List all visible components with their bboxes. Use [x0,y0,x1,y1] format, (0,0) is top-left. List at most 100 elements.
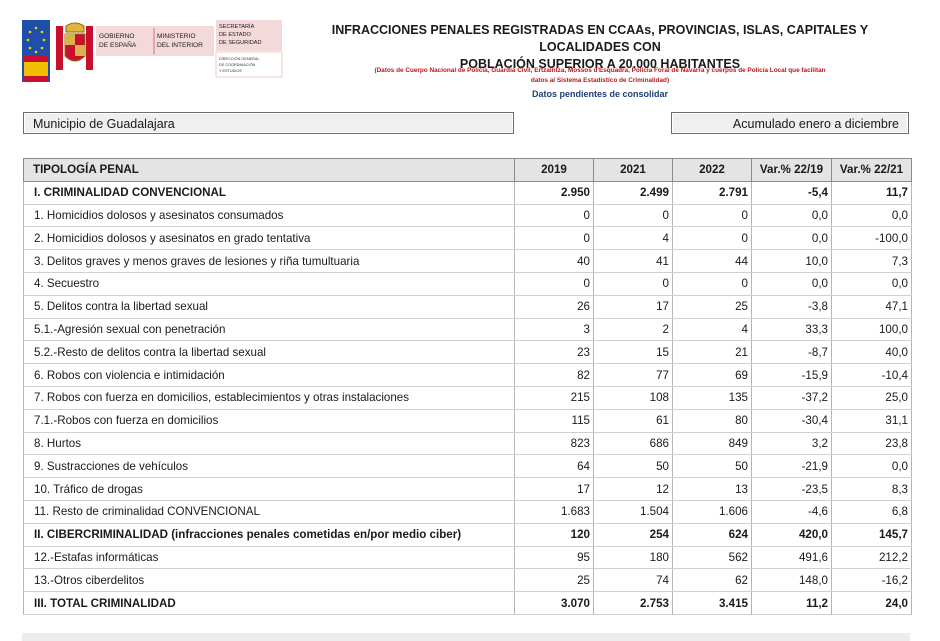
bottom-scroll-strip [22,633,910,641]
var-22-21: 7,3 [831,249,912,273]
value-2022: 0 [672,272,752,296]
table-row: 2. Homicidios dolosos y asesinatos en gr… [23,226,912,251]
value-2022: 3.415 [672,591,752,615]
row-label: 6. Robos con violencia e intimidación [23,363,515,387]
gov-line1: GOBIERNO [99,33,135,40]
var-22-21: -10,4 [831,363,912,387]
table-row: 4. Secuestro 0 0 0 0,0 0,0 [23,272,912,296]
header-2019: 2019 [514,158,594,182]
header-var-22-19: Var.% 22/19 [751,158,832,182]
value-2019: 25 [514,568,594,593]
table-row: 13.-Otros ciberdelitos 25 74 62 148,0 -16,2 [23,568,912,593]
pending-note: Datos pendientes de consolidar [531,89,669,99]
row-label: 7. Robos con fuerza en domicilios, estab… [23,386,515,410]
dir-line1: DIRECCIÓN GENERAL [219,56,260,61]
min-line2: DEL INTERIOR [157,42,203,49]
row-label: 5. Delitos contra la libertad sexual [23,295,515,319]
value-2022: 135 [672,386,752,410]
value-2022: 624 [672,523,752,547]
value-2019: 23 [514,340,594,365]
value-2021: 2.499 [593,181,673,205]
table-row: 12.-Estafas informáticas 95 180 562 491,6 212… [23,546,912,570]
coat-of-arms-icon [56,22,93,70]
var-22-19: -21,9 [751,454,832,479]
min-line1: MINISTERIO [157,33,195,40]
value-2022: 13 [672,477,752,501]
sec-line2: DE ESTADO [219,32,252,38]
var-22-21: 40,0 [831,340,912,365]
value-2019: 3.070 [514,591,594,615]
value-2019: 823 [514,432,594,456]
value-2019: 215 [514,386,594,410]
table-header-row: TIPOLOGÍA PENAL 2019 2021 2022 Var.% 22/… [23,158,912,182]
table-row: I. CRIMINALIDAD CONVENCIONAL 2.950 2.499 2.… [23,181,912,205]
var-22-21: 0,0 [831,454,912,479]
table-row: 7.1.-Robos con fuerza en domicilios 115 61… [23,409,912,433]
table-row: 3. Delitos graves y menos graves de lesi… [23,249,912,273]
value-2021: 0 [593,204,673,228]
var-22-19: -8,7 [751,340,832,365]
var-22-19: -30,4 [751,409,832,433]
row-label: 3. Delitos graves y menos graves de lesi… [23,249,515,273]
var-22-19: 10,0 [751,249,832,273]
value-2021: 12 [593,477,673,501]
value-2021: 2.753 [593,591,673,615]
value-2021: 77 [593,363,673,387]
var-22-21: 47,1 [831,295,912,319]
value-2021: 41 [593,249,673,273]
value-2022: 0 [672,226,752,251]
crime-table: TIPOLOGÍA PENAL 2019 2021 2022 Var.% 22/… [23,158,912,615]
table-row: II. CIBERCRIMINALIDAD (infracciones pena… [23,523,912,547]
var-22-19: -3,8 [751,295,832,319]
value-2022: 562 [672,546,752,570]
table-row: 10. Tráfico de drogas 17 12 13 -23,5 8,3 [23,477,912,501]
var-22-21: 0,0 [831,272,912,296]
row-label: 13.-Otros ciberdelitos [23,568,515,593]
value-2022: 849 [672,432,752,456]
subtitle-line1: (Datos de Cuerpo Nacional de Policía, Gu… [374,67,826,74]
value-2022: 2.791 [672,181,752,205]
value-2022: 1.606 [672,500,752,524]
row-label: 4. Secuestro [23,272,515,296]
var-22-21: 23,8 [831,432,912,456]
value-2021: 2 [593,318,673,342]
row-label: I. CRIMINALIDAD CONVENCIONAL [23,181,515,205]
value-2021: 254 [593,523,673,547]
value-2019: 1.683 [514,500,594,524]
dir-line3: Y ESTUDIOS [219,69,242,73]
var-22-19: -37,2 [751,386,832,410]
value-2022: 25 [672,295,752,319]
row-label: 2. Homicidios dolosos y asesinatos en gr… [23,226,515,251]
value-2021: 74 [593,568,673,593]
table-row: 5. Delitos contra la libertad sexual 26 17… [23,295,912,319]
sec-line1: SECRETARÍA [219,23,255,30]
municipality-box: Municipio de Guadalajara [23,112,514,134]
var-22-19: 0,0 [751,226,832,251]
value-2021: 108 [593,386,673,410]
value-2021: 1.504 [593,500,673,524]
header-var-22-21: Var.% 22/21 [831,158,912,182]
value-2022: 62 [672,568,752,593]
value-2021: 180 [593,546,673,570]
row-label: 10. Tráfico de drogas [23,477,515,501]
var-22-21: -16,2 [831,568,912,593]
var-22-19: 148,0 [751,568,832,593]
value-2019: 0 [514,272,594,296]
var-22-19: 491,6 [751,546,832,570]
header-2021: 2021 [593,158,673,182]
table-row: 7. Robos con fuerza en domicilios, estab… [23,386,912,410]
table-row: 8. Hurtos 823 686 849 3,2 23,8 [23,432,912,456]
var-22-21: 24,0 [831,591,912,615]
value-2021: 0 [593,272,673,296]
var-22-21: 100,0 [831,318,912,342]
value-2021: 50 [593,454,673,479]
var-22-19: 420,0 [751,523,832,547]
var-22-21: 6,8 [831,500,912,524]
table-row: III. TOTAL CRIMINALIDAD 3.070 2.753 3.415 11… [23,591,912,615]
row-label: 12.-Estafas informáticas [23,546,515,570]
row-label: III. TOTAL CRIMINALIDAD [23,591,515,615]
value-2021: 17 [593,295,673,319]
data-sources-note: (Datos de Cuerpo Nacional de Policía, Gu… [330,66,870,86]
ministry-logo: GOBIERNO DE ESPAÑA MINISTERIO DEL INTERI… [22,20,283,82]
title-line1: INFRACCIONES PENALES REGISTRADAS EN CCAA… [331,23,869,54]
